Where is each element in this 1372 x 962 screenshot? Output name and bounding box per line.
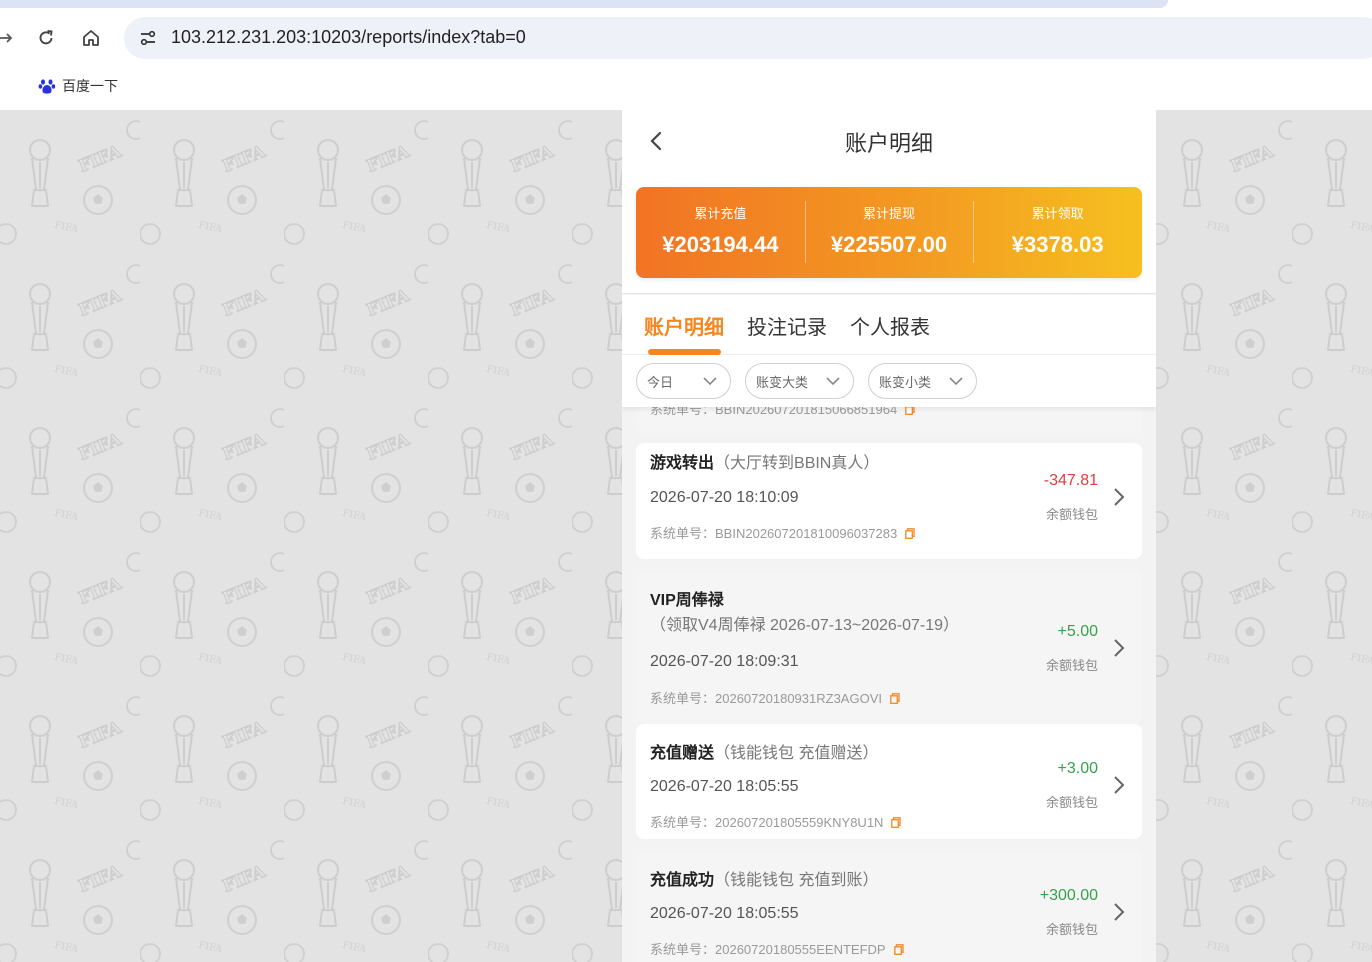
url-text[interactable]: 103.212.231.203:10203/reports/index?tab=… bbox=[171, 27, 526, 48]
transaction-detail: （钱能钱包 充值赠送） bbox=[714, 745, 879, 762]
transaction-list: 系统单号：BBIN20260720181506685​1964 游戏转出（大厅转… bbox=[636, 407, 1142, 962]
order-number: 系统单号：20260720180555EENTEFDP bbox=[650, 939, 904, 958]
stat-value: ¥3378.03 bbox=[1011, 232, 1104, 257]
stat-label: 累计提现 bbox=[863, 207, 916, 222]
stat-label: 累计领取 bbox=[1031, 207, 1084, 222]
chevron-right-icon[interactable] bbox=[1112, 637, 1126, 659]
transaction-card[interactable]: VIP周俸禄 （领取V4周俸禄 2026-07-13~2026-07-19） 20… bbox=[636, 572, 1142, 724]
chevron-right-icon[interactable] bbox=[1112, 774, 1126, 796]
order-number: 系统单号：BBIN20260720181506685​1964 bbox=[650, 407, 915, 418]
transaction-detail: （大厅转到BBIN真人） bbox=[714, 455, 880, 472]
filter-subcategory-label: 账变小类 bbox=[879, 375, 932, 391]
transaction-type: 充值成功 bbox=[650, 872, 715, 889]
wallet-label: 余额钱包 bbox=[1045, 508, 1098, 523]
transaction-detail: （领取V4周俸禄 2026-07-13~2026-07-19） bbox=[650, 617, 960, 634]
transaction-type: 充值赠送 bbox=[650, 745, 715, 762]
chevron-down-icon bbox=[703, 377, 717, 386]
transaction-title: 充值成功（钱能钱包 充值到账） bbox=[650, 868, 1030, 893]
summary-card: 累计充值 ¥203194.44 累计提现 ¥225507.00 累计领取 ¥33… bbox=[636, 187, 1142, 278]
filter-category-label: 账变大类 bbox=[756, 375, 809, 391]
transaction-title: VIP周俸禄 （领取V4周俸禄 2026-07-13~2026-07-19） bbox=[650, 588, 1030, 638]
tab-bet-records[interactable]: 投注记录 bbox=[747, 311, 827, 340]
transaction-title: 充值赠送（钱能钱包 充值赠送） bbox=[650, 741, 1030, 766]
transaction-time: 2026-07-20 18:10:09 bbox=[650, 489, 799, 506]
filter-subcategory[interactable]: 账变小类 bbox=[868, 363, 977, 399]
chevron-right-icon[interactable] bbox=[1112, 901, 1126, 923]
transaction-amount: -347.81 bbox=[1043, 472, 1098, 489]
filter-bar: 今日 账变大类 账变小类 bbox=[622, 355, 1156, 407]
baidu-paw-icon bbox=[38, 79, 56, 94]
summary-section: 累计充值 ¥203194.44 累计提现 ¥225507.00 累计领取 ¥33… bbox=[622, 172, 1156, 294]
bookmark-baidu-label: 百度一下 bbox=[62, 79, 118, 95]
tab-strip bbox=[0, 0, 1168, 8]
order-number: 系统单号：BBIN202607201810096037283 bbox=[650, 523, 915, 542]
transaction-detail: （钱能钱包 充值到账） bbox=[714, 872, 879, 889]
order-value: 20260720180931RZ3AGOVI bbox=[715, 691, 882, 706]
transaction-amount: +3.00 bbox=[1057, 760, 1098, 777]
stat-value: ¥225507.00 bbox=[830, 232, 948, 257]
stat-total-withdraw: 累计提现 ¥225507.00 bbox=[804, 187, 974, 278]
forward-icon[interactable] bbox=[0, 24, 20, 52]
transaction-time: 2026-07-20 18:09:31 bbox=[650, 653, 799, 670]
wallet-label: 余额钱包 bbox=[1045, 659, 1098, 674]
page-title: 账户明细 bbox=[844, 131, 933, 156]
order-label: 系统单号： bbox=[650, 691, 716, 706]
chevron-right-icon[interactable] bbox=[1112, 486, 1126, 508]
order-label: 系统单号： bbox=[650, 407, 716, 417]
transaction-card[interactable]: 系统单号：BBIN20260720181506685​1964 bbox=[636, 407, 1142, 435]
order-label: 系统单号： bbox=[650, 526, 716, 541]
transaction-card[interactable]: 游戏转出（大厅转到BBIN真人） 2026-07-20 18:10:09 系统单… bbox=[636, 443, 1142, 559]
address-bar[interactable]: 103.212.231.203:10203/reports/index?tab=… bbox=[124, 17, 1372, 59]
transaction-time: 2026-07-20 18:05:55 bbox=[650, 905, 799, 922]
filter-date[interactable]: 今日 bbox=[636, 363, 731, 399]
wallet-label: 余额钱包 bbox=[1045, 796, 1098, 811]
browser-toolbar: 103.212.231.203:10203/reports/index?tab=… bbox=[0, 0, 1372, 60]
tab-bar: 账户明细 投注记录 个人报表 bbox=[622, 295, 1156, 355]
filter-category[interactable]: 账变大类 bbox=[745, 363, 854, 399]
transaction-card[interactable]: 充值成功（钱能钱包 充值到账） 2026-07-20 18:05:55 系统单号… bbox=[636, 851, 1142, 962]
order-label: 系统单号： bbox=[650, 815, 716, 830]
order-label: 系统单号： bbox=[650, 942, 716, 957]
order-number: 系统单号：202607201805559KNY8U1N bbox=[650, 812, 902, 831]
reload-icon[interactable] bbox=[32, 24, 60, 52]
tab-account-detail[interactable]: 账户明细 bbox=[644, 311, 724, 340]
copy-icon[interactable] bbox=[905, 407, 915, 415]
order-value: 202607201805559KNY8U1N bbox=[715, 815, 884, 830]
transaction-amount: +300.00 bbox=[1039, 887, 1098, 904]
panel-header: 账户明细 bbox=[622, 110, 1156, 172]
chevron-down-icon bbox=[949, 377, 963, 386]
stat-label: 累计充值 bbox=[694, 207, 747, 222]
stat-value: ¥203194.44 bbox=[662, 232, 779, 257]
copy-icon[interactable] bbox=[905, 527, 915, 539]
tab-personal-report[interactable]: 个人报表 bbox=[850, 311, 930, 340]
wallet-label: 余额钱包 bbox=[1045, 923, 1098, 938]
order-number: 系统单号：20260720180931RZ3AGOVI bbox=[650, 688, 900, 707]
copy-icon[interactable] bbox=[891, 816, 902, 828]
transaction-card[interactable]: 充值赠送（钱能钱包 充值赠送） 2026-07-20 18:05:55 系统单号… bbox=[636, 724, 1142, 839]
copy-icon[interactable] bbox=[890, 692, 900, 704]
transaction-amount: +5.00 bbox=[1057, 623, 1098, 640]
home-icon[interactable] bbox=[77, 24, 105, 52]
transaction-type: 游戏转出 bbox=[650, 455, 715, 472]
order-value: BBIN202607201810096037283 bbox=[715, 526, 898, 541]
filter-date-label: 今日 bbox=[647, 375, 674, 391]
transaction-time: 2026-07-20 18:05:55 bbox=[650, 778, 799, 795]
transaction-title: 游戏转出（大厅转到BBIN真人） bbox=[650, 451, 1030, 476]
bookmark-baidu[interactable]: 百度一下 bbox=[38, 76, 118, 96]
copy-icon[interactable] bbox=[893, 943, 904, 955]
order-value: 20260720180555EENTEFDP bbox=[715, 942, 886, 957]
stat-total-claimed: 累计领取 ¥3378.03 bbox=[973, 187, 1142, 278]
order-value: BBIN20260720181506685​1964 bbox=[715, 407, 898, 417]
site-info-icon[interactable] bbox=[134, 24, 162, 52]
account-detail-panel: 账户明细 累计充值 ¥203194.44 累计提现 ¥225507.00 累计领… bbox=[622, 110, 1156, 962]
bookmarks-bar: 宝 百度一下 bbox=[0, 60, 1372, 110]
transaction-type: VIP周俸禄 bbox=[650, 592, 724, 609]
chevron-down-icon bbox=[826, 377, 840, 386]
stat-total-deposit: 累计充值 ¥203194.44 bbox=[636, 187, 805, 278]
